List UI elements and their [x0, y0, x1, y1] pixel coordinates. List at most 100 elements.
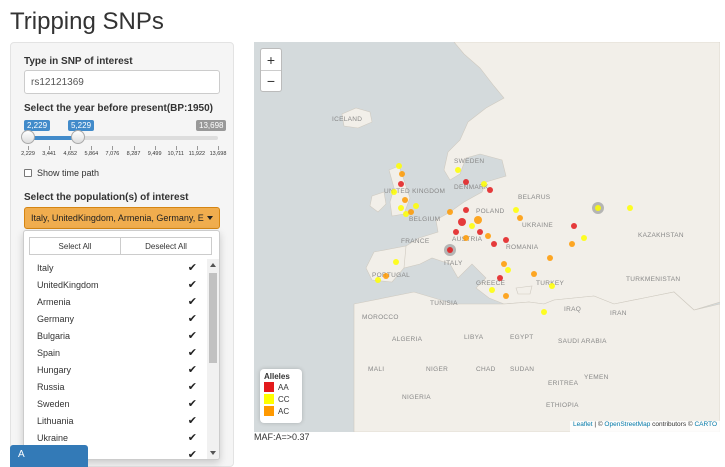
- action-button[interactable]: A: [10, 445, 88, 467]
- sample-marker[interactable]: [396, 163, 402, 169]
- year-range-slider[interactable]: 2,229 5,229 13,698 2,229 3,441 4,652 5,864 7…: [21, 116, 227, 160]
- population-option-label: Armenia: [37, 296, 71, 307]
- slider-tick-label: 10,711: [167, 151, 184, 157]
- sample-marker[interactable]: [463, 207, 469, 213]
- select-all-button[interactable]: Select All: [29, 237, 121, 255]
- deselect-all-button[interactable]: Deselect All: [121, 237, 212, 255]
- sample-marker[interactable]: [487, 187, 493, 193]
- sample-marker[interactable]: [393, 259, 399, 265]
- scrollbar-thumb[interactable]: [209, 273, 217, 363]
- carto-link[interactable]: CARTO: [694, 421, 717, 428]
- sample-marker[interactable]: [477, 229, 483, 235]
- sample-marker[interactable]: [549, 283, 555, 289]
- sample-marker[interactable]: [463, 179, 469, 185]
- slider-tick-label: 9,499: [147, 151, 162, 157]
- sample-marker[interactable]: [375, 277, 381, 283]
- sample-marker[interactable]: [408, 209, 414, 215]
- legend-label: AA: [278, 382, 289, 392]
- population-option[interactable]: Armenia ✔: [24, 293, 207, 310]
- sample-marker[interactable]: [399, 171, 405, 177]
- snp-input-label: Type in SNP of interest: [24, 56, 133, 67]
- scroll-down-icon[interactable]: [210, 451, 216, 455]
- sample-marker[interactable]: [503, 293, 509, 299]
- sample-marker[interactable]: [383, 273, 389, 279]
- sample-marker[interactable]: [447, 247, 453, 253]
- sample-marker[interactable]: [569, 241, 575, 247]
- population-option[interactable]: Germany ✔: [24, 310, 207, 327]
- zoom-out-button[interactable]: −: [261, 70, 281, 91]
- sample-marker[interactable]: [581, 235, 587, 241]
- population-option[interactable]: Hungary ✔: [24, 361, 207, 378]
- leaflet-link[interactable]: Leaflet: [573, 421, 593, 428]
- osm-link[interactable]: OpenStreetMap: [604, 421, 650, 428]
- slider-tick: [218, 146, 219, 150]
- scroll-up-icon[interactable]: [210, 263, 216, 267]
- population-option[interactable]: UnitedKingdom ✔: [24, 276, 207, 293]
- sample-marker[interactable]: [455, 167, 461, 173]
- population-option-label: Bulgaria: [37, 330, 71, 341]
- legend-swatch: [264, 394, 274, 404]
- attribution-sep: | ©: [592, 421, 605, 428]
- population-option[interactable]: Russia ✔: [24, 378, 207, 395]
- slider-max-value: 13,698: [196, 120, 227, 131]
- sample-marker[interactable]: [489, 287, 495, 293]
- sample-marker[interactable]: [402, 197, 408, 203]
- sample-marker[interactable]: [503, 237, 509, 243]
- population-option-label: UnitedKingdom: [37, 279, 99, 290]
- population-select[interactable]: Italy, UnitedKingdom, Armenia, Germany, …: [24, 207, 220, 229]
- sample-marker[interactable]: [463, 235, 469, 241]
- slider-tick: [175, 146, 177, 150]
- population-option[interactable]: Lithuania ✔: [24, 412, 207, 429]
- sample-marker[interactable]: [541, 309, 547, 315]
- sample-marker[interactable]: [497, 275, 503, 281]
- sample-marker[interactable]: [447, 209, 453, 215]
- checkmark-icon: ✔: [187, 347, 197, 359]
- snp-input[interactable]: [24, 70, 220, 94]
- time-path-checkbox[interactable]: [24, 169, 32, 177]
- slider-tick: [70, 146, 72, 150]
- population-option[interactable]: Ukraine ✔: [24, 429, 207, 446]
- maf-text: MAF:A=>0.37: [254, 432, 310, 442]
- slider-tick-label: 8,287: [126, 151, 141, 157]
- sample-marker[interactable]: [485, 233, 491, 239]
- sample-marker[interactable]: [595, 205, 601, 211]
- sample-marker[interactable]: [547, 255, 553, 261]
- sample-marker[interactable]: [469, 223, 475, 229]
- dropdown-scrollbar[interactable]: [207, 259, 219, 459]
- sample-marker[interactable]: [505, 267, 511, 273]
- sample-marker[interactable]: [627, 205, 633, 211]
- zoom-in-button[interactable]: +: [261, 49, 281, 70]
- sample-marker[interactable]: [453, 229, 459, 235]
- population-option-label: Germany: [37, 313, 75, 324]
- time-path-toggle[interactable]: Show time path: [24, 168, 99, 178]
- sample-marker[interactable]: [531, 271, 537, 277]
- sample-marker[interactable]: [474, 216, 482, 224]
- population-dropdown-menu: Select All Deselect All Italy ✔ UnitedKing…: [23, 230, 220, 460]
- zoom-control: + −: [260, 48, 282, 92]
- slider-to-handle[interactable]: [70, 130, 85, 144]
- population-option[interactable]: Bulgaria ✔: [24, 327, 207, 344]
- sample-marker[interactable]: [413, 203, 419, 209]
- leaflet-map[interactable]: ICELAND SWEDEN UNITED KINGDOM DENMARK BE…: [254, 42, 720, 432]
- legend-swatch: [264, 406, 274, 416]
- sample-marker[interactable]: [481, 181, 487, 187]
- sample-marker[interactable]: [513, 207, 519, 213]
- slider-tick-label: 7,076: [105, 151, 120, 157]
- sample-marker[interactable]: [571, 223, 577, 229]
- sample-marker[interactable]: [458, 218, 466, 226]
- population-option[interactable]: Italy ✔: [24, 259, 207, 276]
- sample-marker[interactable]: [501, 261, 507, 267]
- slider-from-handle[interactable]: [21, 130, 35, 144]
- legend-entry: CC: [264, 393, 298, 405]
- sample-marker[interactable]: [491, 241, 497, 247]
- slider-ticks: [24, 146, 224, 150]
- population-option[interactable]: Spain ✔: [24, 344, 207, 361]
- sample-marker[interactable]: [517, 215, 523, 221]
- sample-marker[interactable]: [391, 189, 397, 195]
- sample-marker[interactable]: [398, 205, 404, 211]
- sample-marker[interactable]: [398, 181, 404, 187]
- population-option[interactable]: Sweden ✔: [24, 395, 207, 412]
- slider-tick: [28, 146, 29, 150]
- population-select-label: Select the population(s) of interest: [24, 192, 189, 203]
- checkmark-icon: ✔: [187, 330, 197, 342]
